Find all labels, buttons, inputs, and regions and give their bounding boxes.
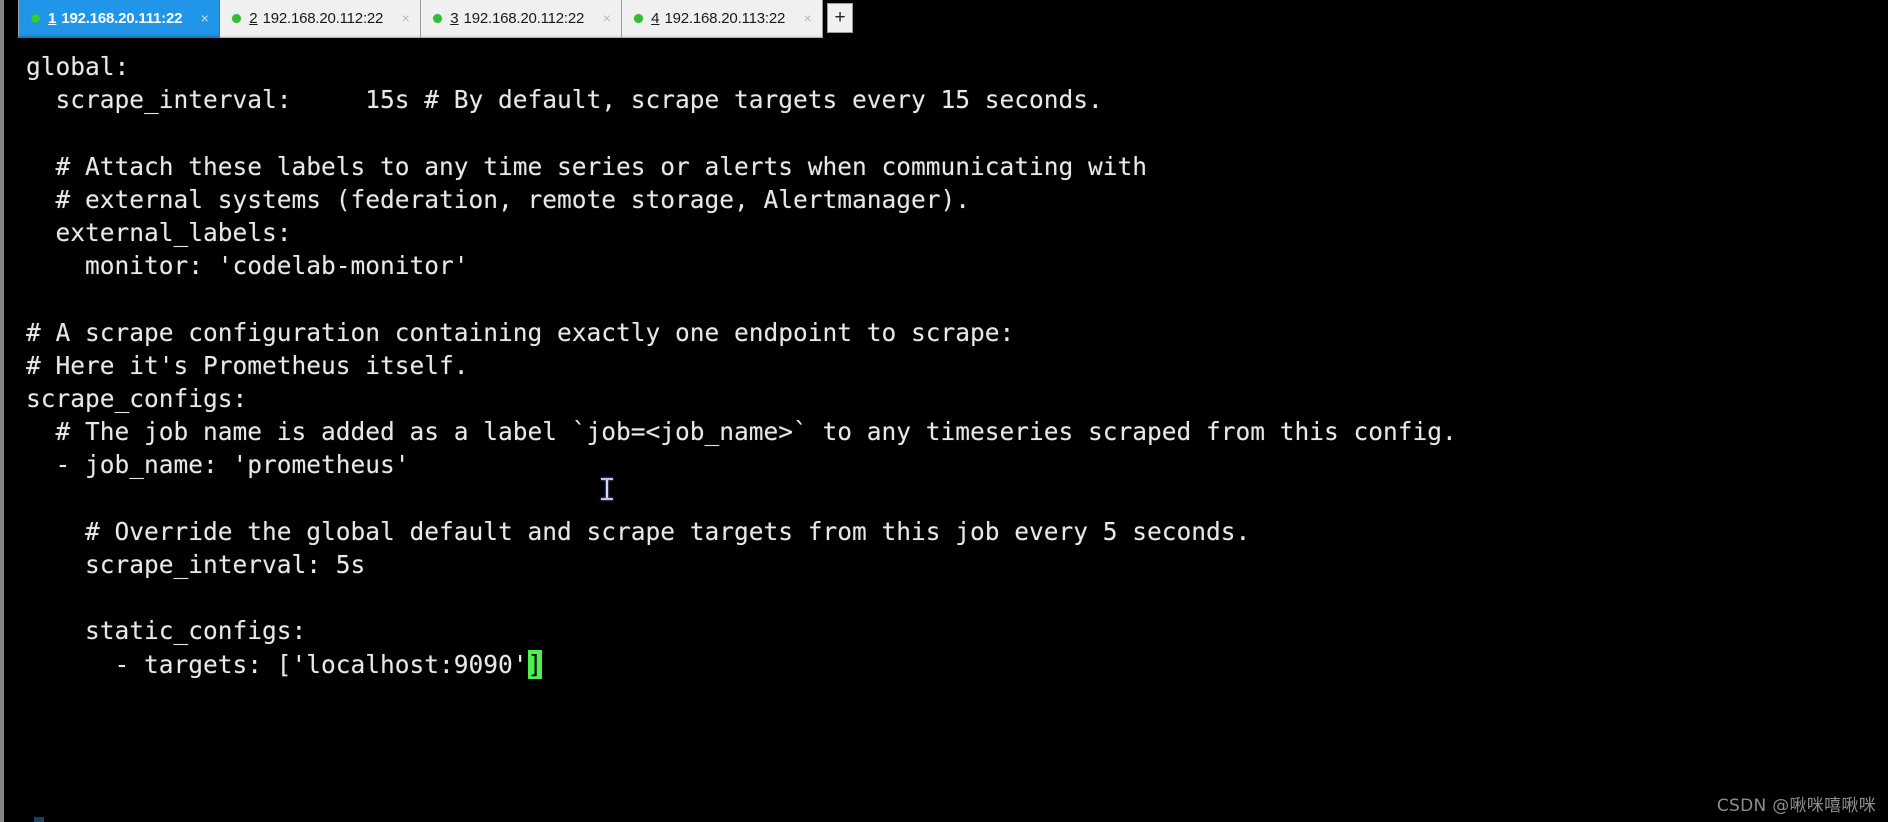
- terminal-window: 1 192.168.20.111:22 × 2 192.168.20.112:2…: [0, 0, 1888, 822]
- mouse-ibeam-cursor-icon: [601, 478, 613, 500]
- tab-bar: 1 192.168.20.111:22 × 2 192.168.20.112:2…: [0, 0, 1888, 38]
- session-tab-1-number: 1: [48, 9, 57, 27]
- session-tab-4[interactable]: 4 192.168.20.113:22 ×: [622, 0, 824, 38]
- window-left-edge: [0, 0, 4, 822]
- connection-status-dot-icon: [232, 14, 242, 23]
- session-tab-3-number: 3: [450, 10, 459, 27]
- watermark: CSDN @啾咪嘻啾咪: [1716, 796, 1876, 816]
- terminal-text: global: scrape_interval: 15s # By defaul…: [26, 52, 1457, 679]
- session-tab-4-number: 4: [651, 10, 660, 27]
- capture-artifact: [34, 817, 44, 822]
- close-icon[interactable]: ×: [397, 10, 414, 27]
- session-tab-2-label: 192.168.20.112:22: [262, 10, 384, 27]
- session-tab-2[interactable]: 2 192.168.20.112:22 ×: [220, 0, 422, 38]
- session-tab-3[interactable]: 3 192.168.20.112:22 ×: [421, 0, 623, 38]
- session-tab-1-label: 192.168.20.111:22: [61, 9, 183, 27]
- connection-status-dot-icon: [634, 14, 644, 23]
- close-icon[interactable]: ×: [196, 10, 213, 27]
- terminal-output-pane[interactable]: global: scrape_interval: 15s # By defaul…: [0, 38, 1888, 822]
- session-tab-3-label: 192.168.20.112:22: [463, 10, 585, 27]
- tab-bar-filler: [853, 0, 1888, 38]
- close-icon[interactable]: ×: [799, 10, 816, 27]
- session-tab-4-label: 192.168.20.113:22: [664, 10, 786, 27]
- new-tab-button[interactable]: +: [827, 3, 854, 33]
- close-icon[interactable]: ×: [598, 10, 615, 27]
- session-tab-1[interactable]: 1 192.168.20.111:22 ×: [18, 0, 221, 38]
- connection-status-dot-icon: [433, 14, 443, 23]
- terminal-block-cursor: ]: [527, 649, 543, 679]
- connection-status-dot-icon: [31, 13, 40, 23]
- session-tab-2-number: 2: [249, 10, 258, 27]
